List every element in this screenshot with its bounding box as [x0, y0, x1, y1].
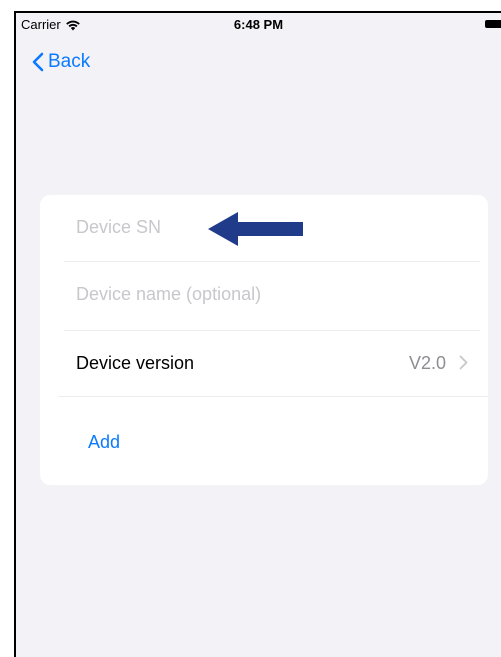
- device-name-placeholder[interactable]: Device name (optional): [76, 284, 261, 305]
- device-name-field[interactable]: Device name (optional): [40, 262, 488, 329]
- app-screen: Carrier 6:48 PM Back Device SN Device na…: [14, 13, 501, 657]
- chevron-left-icon: [32, 52, 44, 72]
- device-version-label: Device version: [76, 353, 195, 373]
- device-version-row[interactable]: Device version V2.0: [40, 331, 488, 398]
- device-sn-placeholder[interactable]: Device SN: [76, 217, 161, 238]
- status-bar: Carrier 6:48 PM: [16, 13, 501, 41]
- chevron-right-icon: [459, 355, 468, 370]
- arrow-left-annotation: [208, 212, 303, 246]
- back-label: Back: [48, 51, 91, 72]
- device-version-value: V2.0: [408, 353, 446, 373]
- battery-icon: [485, 20, 501, 28]
- back-button[interactable]: Back: [32, 51, 90, 73]
- add-button[interactable]: Add: [88, 432, 120, 453]
- separator: [58, 396, 488, 397]
- status-time: 6:48 PM: [233, 17, 284, 32]
